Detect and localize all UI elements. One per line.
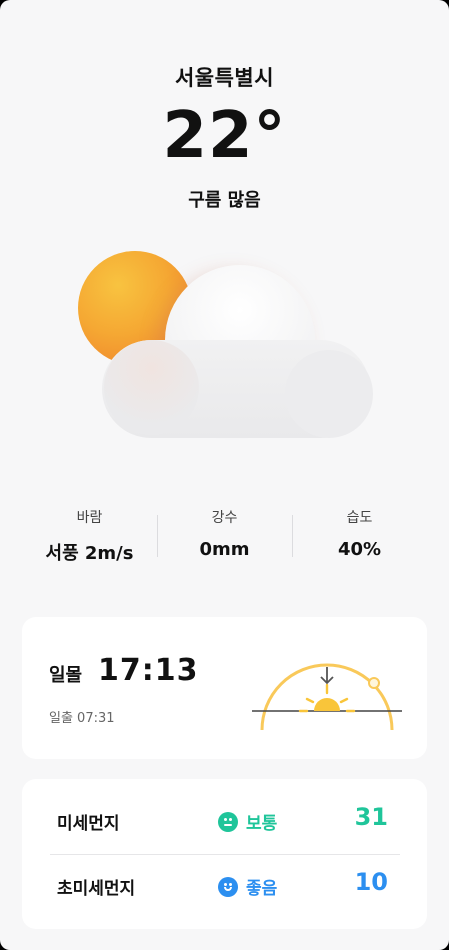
sunrise-time: 일출 07:31 [49,711,115,726]
weather-stats: 바람 서풍 2m/s 강수 0mm 습도 40% [22,505,427,565]
air-quality-row-pm10[interactable]: 미세먼지 보통 31 [50,791,400,851]
row-divider [50,854,400,855]
stat-value: 서풍 2m/s [45,543,134,564]
weather-condition: 구름 많음 [188,190,261,211]
city-name: 서울특별시 [174,66,275,90]
stat-wind: 바람 서풍 2m/s [22,505,157,565]
stat-value: 40% [337,539,382,560]
status-indicator: 좋음 [218,874,277,899]
neutral-face-icon [218,812,238,832]
weather-screen: 서울특별시 22° 구름 많음 바람 서풍 2m/s 강수 0mm 습도 40%… [0,0,449,950]
stat-label: 바람 [76,510,103,526]
setting-sun-icon [314,698,340,711]
sun-ray [339,697,349,704]
pollutant-name: 초미세먼지 [57,879,136,899]
sun-ray [305,697,315,704]
sunset-card[interactable]: 일몰 17:13 일출 07:31 [22,617,427,759]
cloud-puff-left [104,340,199,435]
air-quality-card[interactable]: 미세먼지 보통 31 초미세먼지 좋음 10 [22,779,427,929]
status-text: 좋음 [246,879,278,899]
pollutant-name: 미세먼지 [57,814,120,834]
cloud-puff-right [285,350,373,438]
stat-precipitation: 강수 0mm [157,505,292,560]
sun-arc-diagram [252,663,402,731]
stat-humidity: 습도 40% [292,505,427,560]
pollutant-value: 10 [354,868,388,896]
sunset-time: 17:13 [98,653,199,688]
air-quality-row-pm25[interactable]: 초미세먼지 좋음 10 [50,856,400,916]
status-indicator: 보통 [218,809,277,834]
stat-label: 습도 [346,510,373,526]
partly-cloudy-icon [60,240,390,460]
sunset-label: 일몰 [49,665,83,686]
status-text: 보통 [246,814,278,834]
current-temperature: 22° [162,99,287,173]
stat-value: 0mm [199,539,250,560]
sun-position-marker [368,677,380,689]
smile-face-icon [218,877,238,897]
stat-label: 강수 [211,510,238,526]
pollutant-value: 31 [354,803,388,831]
